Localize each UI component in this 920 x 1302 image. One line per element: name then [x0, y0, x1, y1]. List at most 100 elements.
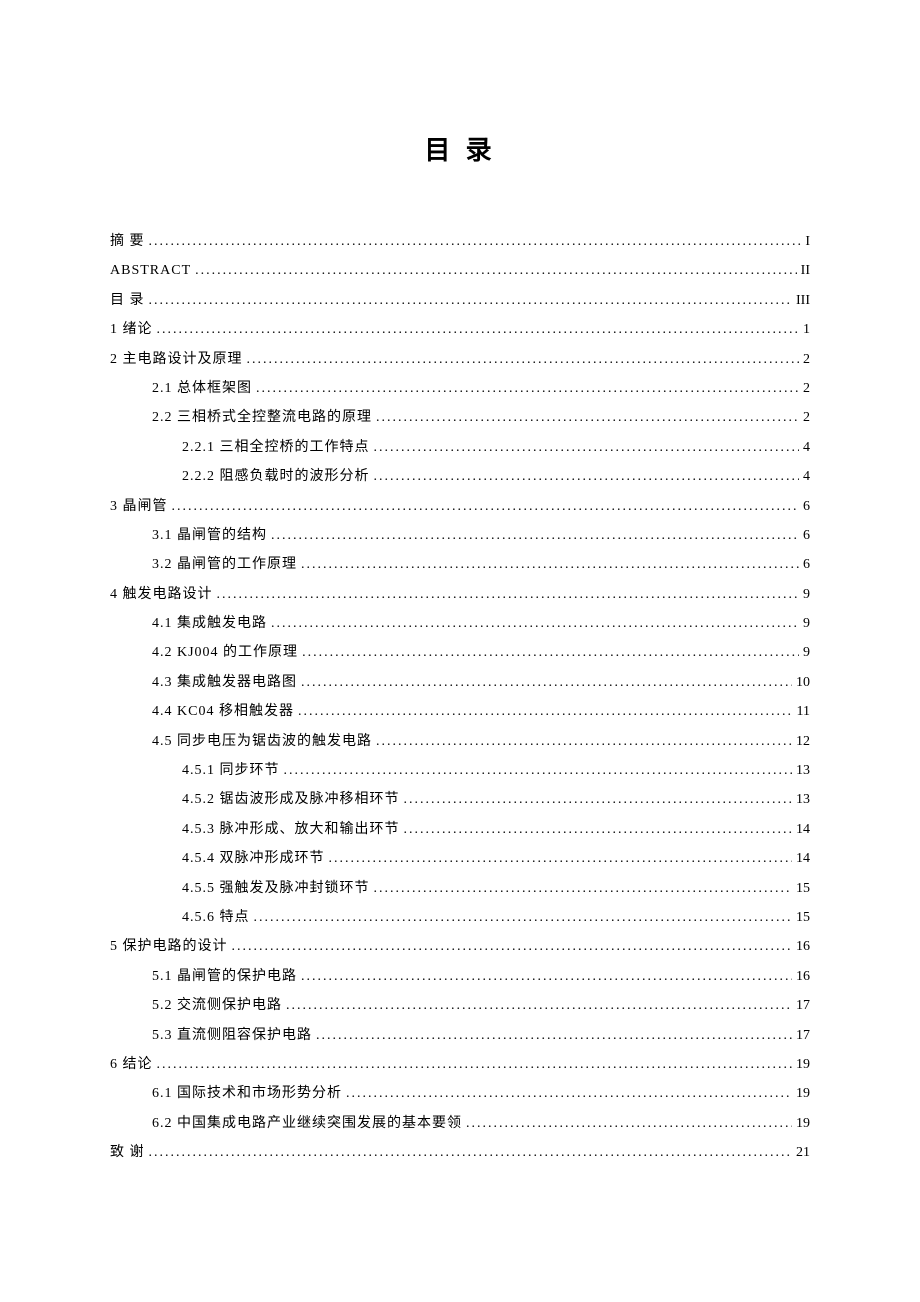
toc-leader-dots [172, 492, 800, 521]
toc-leader-dots [149, 1138, 793, 1167]
toc-entry-page: 2 [803, 403, 810, 432]
toc-entry: 4.5.1 同步环节13 [110, 756, 810, 785]
toc-leader-dots [466, 1109, 792, 1138]
toc-entry-page: 19 [796, 1079, 810, 1108]
toc-entry: 4.5.6 特点 15 [110, 903, 810, 932]
toc-entry: 目 录III [110, 286, 810, 315]
toc-entry-page: III [796, 286, 810, 315]
toc-entry: 2.2 三相桥式全控整流电路的原理 2 [110, 403, 810, 432]
toc-entry-label: 致 谢 [110, 1138, 145, 1167]
toc-entry-label: 4.1 集成触发电路 [152, 609, 267, 638]
toc-entry-page: 14 [796, 815, 810, 844]
toc-leader-dots [302, 638, 799, 667]
toc-entry-page: 16 [796, 932, 810, 961]
toc-entry-label: 6.2 中国集成电路产业继续突围发展的基本要领 [152, 1109, 462, 1138]
toc-leader-dots [254, 903, 793, 932]
page-title: 目 录 [110, 130, 810, 167]
toc-entry-label: 2 主电路设计及原理 [110, 345, 243, 374]
toc-entry-page: 9 [803, 609, 810, 638]
toc-entry-label: 4.5.1 同步环节 [182, 756, 280, 785]
toc-entry-page: 12 [796, 727, 810, 756]
toc-leader-dots [286, 991, 792, 1020]
toc-entry-label: 5.1 晶闸管的保护电路 [152, 962, 297, 991]
toc-entry-label: 3.1 晶闸管的结构 [152, 521, 267, 550]
toc-leader-dots [404, 785, 793, 814]
toc-entry-page: 6 [803, 521, 810, 550]
toc-leader-dots [247, 345, 800, 374]
toc-entry: 摘 要I [110, 227, 810, 256]
toc-entry: 3.2 晶闸管的工作原理 6 [110, 550, 810, 579]
toc-entry: 6.1 国际技术和市场形势分析 19 [110, 1079, 810, 1108]
toc-entry: 5.3 直流侧阻容保护电路17 [110, 1021, 810, 1050]
toc-entry: 1 绪论1 [110, 315, 810, 344]
toc-entry-label: 4.3 集成触发器电路图 [152, 668, 297, 697]
toc-leader-dots [284, 756, 793, 785]
toc-entry-page: I [805, 227, 810, 256]
toc-entry-label: 2.2 三相桥式全控整流电路的原理 [152, 403, 372, 432]
toc-entry: 4 触发电路设计9 [110, 580, 810, 609]
toc-entry-page: 6 [803, 550, 810, 579]
toc-entry: 5 保护电路的设计 16 [110, 932, 810, 961]
toc-entry-label: 4.5.3 脉冲形成、放大和输出环节 [182, 815, 400, 844]
toc-entry-label: 5.2 交流侧保护电路 [152, 991, 282, 1020]
toc-entry-label: 4.5.5 强触发及脉冲封锁环节 [182, 874, 370, 903]
toc-entry-label: 3.2 晶闸管的工作原理 [152, 550, 297, 579]
toc-entry: 5.1 晶闸管的保护电路 16 [110, 962, 810, 991]
toc-entry: 4.4 KC04 移相触发器 11 [110, 697, 810, 726]
toc-leader-dots [301, 962, 792, 991]
toc-entry-page: 11 [797, 697, 810, 726]
toc-entry: 致 谢21 [110, 1138, 810, 1167]
toc-entry-page: 14 [796, 844, 810, 873]
toc-entry-page: 2 [803, 374, 810, 403]
toc-entry-page: 9 [803, 638, 810, 667]
toc-leader-dots [316, 1021, 792, 1050]
toc-entry: 4.3 集成触发器电路图10 [110, 668, 810, 697]
toc-entry: 4.2 KJ004 的工作原理 9 [110, 638, 810, 667]
toc-entry: 4.5.3 脉冲形成、放大和输出环节 14 [110, 815, 810, 844]
toc-leader-dots [256, 374, 799, 403]
toc-entry: 3 晶闸管 6 [110, 492, 810, 521]
toc-entry-label: 4.5.2 锯齿波形成及脉冲移相环节 [182, 785, 400, 814]
toc-leader-dots [376, 727, 792, 756]
toc-entry: 2 主电路设计及原理 2 [110, 345, 810, 374]
toc-entry: 4.5.4 双脉冲形成环节 14 [110, 844, 810, 873]
toc-leader-dots [374, 462, 800, 491]
toc-leader-dots [149, 227, 802, 256]
toc-entry-label: 摘 要 [110, 227, 145, 256]
toc-entry-page: 17 [796, 991, 810, 1020]
toc-entry: 3.1 晶闸管的结构 6 [110, 521, 810, 550]
toc-entry-label: 2.1 总体框架图 [152, 374, 252, 403]
toc-entry: 2.2.2 阻感负载时的波形分析4 [110, 462, 810, 491]
toc-leader-dots [271, 521, 799, 550]
toc-entry: 6.2 中国集成电路产业继续突围发展的基本要领19 [110, 1109, 810, 1138]
toc-entry-label: 4.5.4 双脉冲形成环节 [182, 844, 325, 873]
toc-leader-dots [195, 256, 797, 285]
toc-entry-page: 16 [796, 962, 810, 991]
toc-entry-page: 2 [803, 345, 810, 374]
toc-entry-label: 4.4 KC04 移相触发器 [152, 697, 294, 726]
toc-entry: 5.2 交流侧保护电路 17 [110, 991, 810, 1020]
toc-entry-page: 4 [803, 433, 810, 462]
table-of-contents: 摘 要IABSTRACTII目 录III1 绪论12 主电路设计及原理22.1 … [110, 227, 810, 1168]
toc-leader-dots [346, 1079, 792, 1108]
toc-leader-dots [298, 697, 793, 726]
toc-entry-label: 2.2.2 阻感负载时的波形分析 [182, 462, 370, 491]
toc-leader-dots [376, 403, 799, 432]
toc-entry: 2.1 总体框架图 2 [110, 374, 810, 403]
toc-entry-label: 5 保护电路的设计 [110, 932, 228, 961]
toc-entry-page: 15 [796, 874, 810, 903]
toc-entry-label: 1 绪论 [110, 315, 153, 344]
toc-leader-dots [301, 550, 799, 579]
toc-leader-dots [217, 580, 800, 609]
toc-entry-page: 6 [803, 492, 810, 521]
toc-entry-label: 6.1 国际技术和市场形势分析 [152, 1079, 342, 1108]
toc-entry-label: 4.2 KJ004 的工作原理 [152, 638, 298, 667]
toc-entry: 2.2.1 三相全控桥的工作特点4 [110, 433, 810, 462]
toc-entry-label: 4.5 同步电压为锯齿波的触发电路 [152, 727, 372, 756]
toc-entry-label: 3 晶闸管 [110, 492, 168, 521]
toc-entry-page: 15 [796, 903, 810, 932]
toc-leader-dots [232, 932, 793, 961]
toc-entry-page: 17 [796, 1021, 810, 1050]
toc-leader-dots [404, 815, 793, 844]
toc-entry-label: 4.5.6 特点 [182, 903, 250, 932]
